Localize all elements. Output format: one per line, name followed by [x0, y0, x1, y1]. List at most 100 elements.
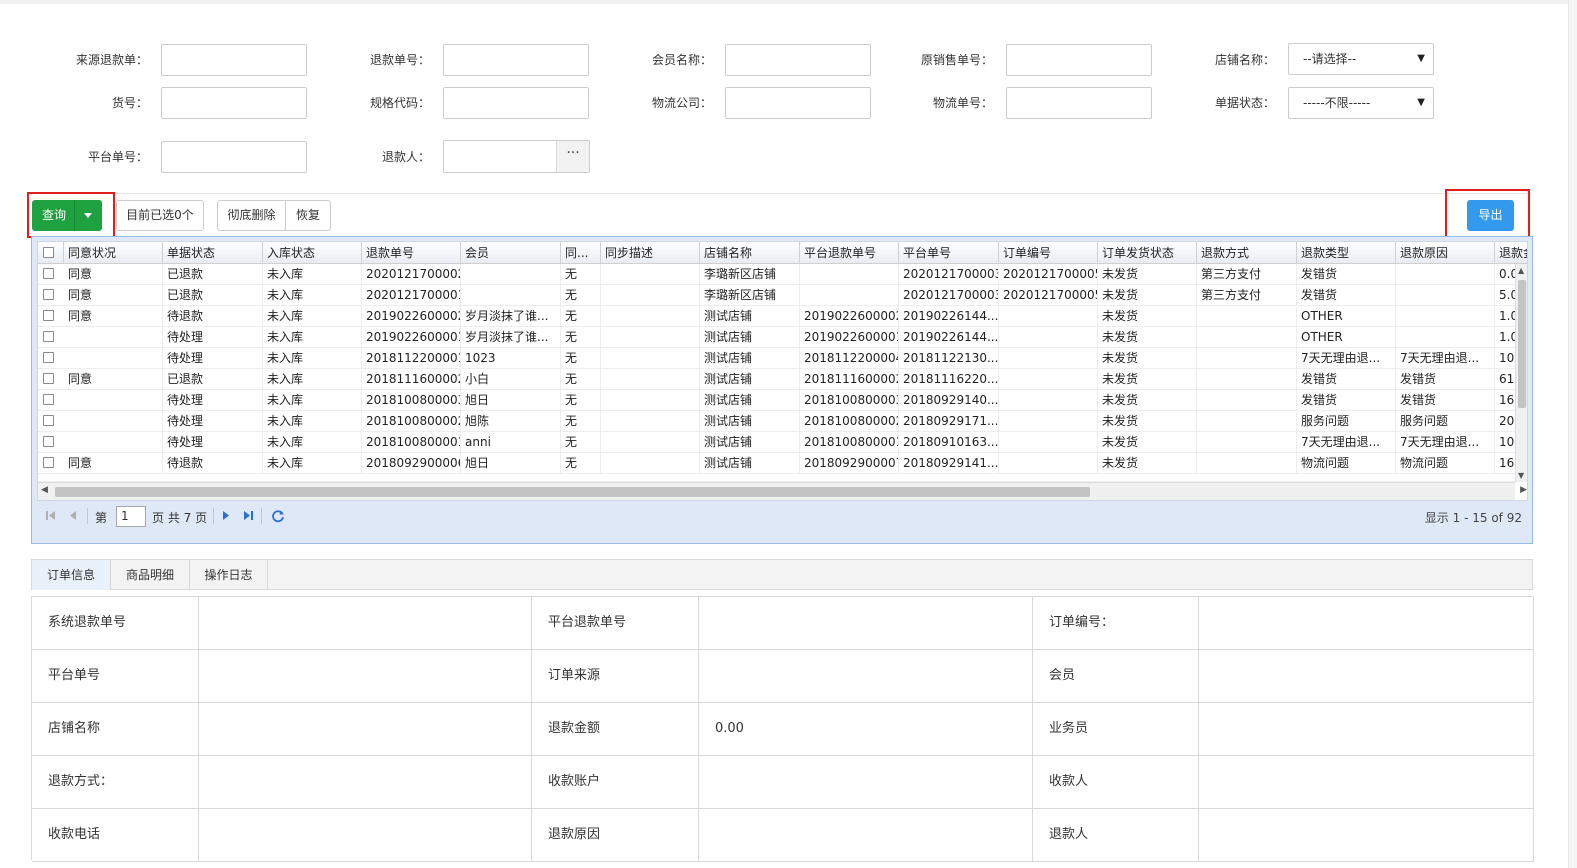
- doc-status-value: -----不限-----: [1303, 96, 1371, 110]
- page-scrollbar[interactable]: [1568, 0, 1577, 868]
- col-header[interactable]: 同意状况: [64, 242, 163, 264]
- top-border: [0, 0, 1577, 4]
- col-header[interactable]: 订单编号: [999, 242, 1098, 264]
- table-cell: 测试店铺: [700, 432, 800, 452]
- first-page-icon[interactable]: [45, 510, 56, 521]
- scroll-up-icon[interactable]: ▲: [1518, 266, 1524, 275]
- row-checkbox[interactable]: [43, 436, 54, 447]
- col-header[interactable]: 平台单号: [899, 242, 999, 264]
- scroll-thumb[interactable]: [1518, 280, 1526, 408]
- source-refund-input[interactable]: [161, 44, 307, 76]
- row-checkbox[interactable]: [43, 289, 54, 300]
- page-number-input[interactable]: 1: [116, 506, 146, 527]
- export-button[interactable]: 导出: [1467, 200, 1514, 231]
- member-name-input[interactable]: [725, 44, 871, 76]
- table-cell: 未发货: [1098, 264, 1197, 284]
- detail-value: [199, 809, 532, 862]
- table-cell: 同意: [64, 306, 163, 326]
- table-row[interactable]: 待处理 未入库 2018112200001 1023 无 测试店铺 201811220000…: [38, 348, 1527, 369]
- col-header[interactable]: 单据状态: [163, 242, 263, 264]
- table-cell: [64, 348, 163, 368]
- table-cell: 未入库: [263, 432, 362, 452]
- scroll-thumb[interactable]: [55, 487, 1090, 497]
- store-select[interactable]: --请选择-- ▼: [1288, 43, 1434, 75]
- detail-value: [1199, 650, 1534, 703]
- header-select-all[interactable]: [38, 242, 64, 264]
- detail-value: [199, 597, 532, 650]
- table-cell: 2020121700003: [899, 285, 999, 305]
- table-row[interactable]: 同意 已退款 未入库 2020121700001 无 李璐新区店铺 202012170000…: [38, 285, 1527, 306]
- col-header[interactable]: 同步描述: [601, 242, 700, 264]
- tab-order-info[interactable]: 订单信息: [32, 560, 111, 590]
- row-checkbox[interactable]: [43, 394, 54, 405]
- table-row[interactable]: 待处理 未入库 2018100800002 旭陈无测试店铺 2018100800002 2…: [38, 411, 1527, 432]
- detail-value: [699, 756, 1033, 809]
- filter-label: 退款单号：: [369, 53, 430, 67]
- row-checkbox[interactable]: [43, 352, 54, 363]
- col-header[interactable]: 同...: [561, 242, 601, 264]
- detail-label: 退款金额: [532, 703, 699, 756]
- col-header[interactable]: 退款类型: [1297, 242, 1396, 264]
- col-header[interactable]: 退款原因: [1396, 242, 1495, 264]
- row-checkbox[interactable]: [43, 268, 54, 279]
- selected-count-button[interactable]: 目前已选0个: [116, 200, 204, 231]
- scroll-right-icon[interactable]: ▶: [1520, 485, 1527, 495]
- table-cell: 无: [561, 264, 601, 284]
- filter-label: 退款人：: [381, 150, 430, 164]
- row-checkbox[interactable]: [43, 415, 54, 426]
- query-button[interactable]: 查询: [32, 200, 102, 231]
- restore-button[interactable]: 恢复: [286, 201, 330, 230]
- col-header[interactable]: 退款单号: [362, 242, 461, 264]
- tab-operation-log[interactable]: 操作日志: [190, 560, 268, 590]
- table-row[interactable]: 同意 待退款 未入库 2019022600002 岁月淡抹了谁... 无测试店铺 20190…: [38, 306, 1527, 327]
- delete-button[interactable]: 彻底删除: [218, 201, 286, 230]
- table-row[interactable]: 同意 已退款 未入库 2018111600002 小白无测试店铺 201811160000…: [38, 369, 1527, 390]
- table-cell: [461, 264, 561, 284]
- last-page-icon[interactable]: [243, 510, 254, 521]
- original-sale-input[interactable]: [1006, 44, 1152, 76]
- refund-no-input[interactable]: [443, 44, 589, 76]
- table-cell: 岁月淡抹了谁...: [461, 306, 561, 326]
- platform-no-input[interactable]: [161, 141, 307, 173]
- logistics-no-input[interactable]: [1006, 87, 1152, 119]
- table-cell: 20180929171...: [899, 411, 999, 431]
- prev-page-icon[interactable]: [67, 510, 78, 521]
- scroll-left-icon[interactable]: ◀: [41, 485, 48, 495]
- picker-button[interactable]: ···: [556, 141, 589, 172]
- col-header[interactable]: 店铺名称: [700, 242, 800, 264]
- caret-down-icon[interactable]: [84, 213, 92, 218]
- next-page-icon[interactable]: [221, 510, 232, 521]
- detail-value: [199, 756, 532, 809]
- refunder-picker[interactable]: ···: [443, 140, 590, 173]
- tab-goods-detail[interactable]: 商品明细: [111, 560, 190, 590]
- scroll-down-icon[interactable]: ▼: [1518, 471, 1524, 480]
- item-no-input[interactable]: [161, 87, 307, 119]
- grid-vertical-scrollbar[interactable]: ▲ ▼: [1515, 264, 1527, 482]
- table-cell: [1396, 264, 1495, 284]
- col-header[interactable]: 入库状态: [263, 242, 362, 264]
- row-checkbox[interactable]: [43, 457, 54, 468]
- col-header[interactable]: 会员: [461, 242, 561, 264]
- col-header[interactable]: 订单发货状态: [1098, 242, 1197, 264]
- col-header[interactable]: 退款金: [1495, 242, 1527, 264]
- refresh-icon[interactable]: [271, 509, 285, 523]
- checkbox[interactable]: [43, 247, 54, 258]
- logistics-company-input[interactable]: [725, 87, 871, 119]
- detail-label: 收款人: [1033, 756, 1199, 809]
- doc-status-select[interactable]: -----不限----- ▼: [1288, 87, 1434, 119]
- table-row[interactable]: 待处理 未入库 2018100800003 旭日无测试店铺 2018100800003 2…: [38, 390, 1527, 411]
- col-header[interactable]: 退款方式: [1197, 242, 1297, 264]
- table-row[interactable]: 同意 待退款 未入库 2018092900006 旭日无 测试店铺 201809290000…: [38, 453, 1527, 474]
- row-checkbox[interactable]: [43, 373, 54, 384]
- table-row[interactable]: 同意 已退款 未入库 2020121700002 无 李璐新区店铺 202012170000…: [38, 264, 1527, 285]
- table-row[interactable]: 待处理 未入库 2018100800001 anni 无测试店铺 201810080000…: [38, 432, 1527, 453]
- row-checkbox[interactable]: [43, 310, 54, 321]
- filter-label: 平台单号：: [87, 150, 148, 164]
- table-cell: 无: [561, 453, 601, 473]
- grid-horizontal-scrollbar[interactable]: ◀ ▶: [38, 482, 1527, 500]
- spec-code-input[interactable]: [443, 87, 589, 119]
- col-header[interactable]: 平台退款单号: [800, 242, 899, 264]
- table-cell: 测试店铺: [700, 369, 800, 389]
- table-row[interactable]: 待处理 未入库 2019022600001 岁月淡抹了谁... 无测试店铺 2019022…: [38, 327, 1527, 348]
- row-checkbox[interactable]: [43, 331, 54, 342]
